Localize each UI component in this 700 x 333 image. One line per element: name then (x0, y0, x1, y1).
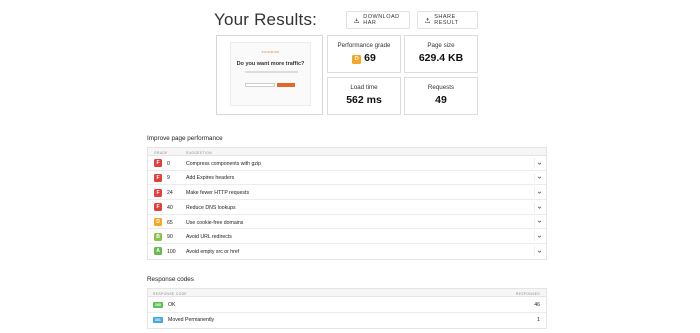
page-size-label: Page size (427, 42, 455, 49)
page-size-value: 629.4 KB (418, 52, 464, 64)
performance-grade-card: Performance grade D 69 (327, 35, 401, 73)
load-time-label: Load time (350, 84, 378, 91)
screenshot-input (245, 83, 275, 87)
share-icon (425, 17, 430, 23)
response-table-header: RESPONSE CODE RESPONSES (148, 289, 546, 297)
performance-grade-value: 69 (364, 52, 376, 64)
expand-row-button[interactable] (534, 246, 544, 257)
suggestion-score: 65 (167, 219, 173, 226)
suggestion-score: 40 (167, 204, 173, 211)
share-result-label: SHARE RESULT (434, 14, 459, 26)
expand-row-button[interactable] (534, 187, 544, 198)
improve-table: GRADE SUGGESTION F 0 Compress components w… (147, 147, 547, 260)
suggestion-score: 100 (167, 248, 176, 255)
chevron-down-icon (537, 206, 542, 209)
suggestion-text: Avoid URL redirects (186, 234, 232, 241)
page-title: Your Results: (214, 10, 318, 29)
status-code-badge: 200 (153, 301, 163, 308)
suggestion-row[interactable]: F 9 Add Expires headers (148, 171, 546, 186)
expand-row-button[interactable] (534, 172, 544, 183)
expand-row-button[interactable] (534, 216, 544, 227)
screenshot-subtext (245, 71, 298, 73)
download-har-button[interactable]: DOWNLOAD HAR (346, 11, 410, 29)
requests-label: Requests (427, 84, 455, 91)
suggestion-row[interactable]: F 40 Reduce DNS lookups (148, 200, 546, 215)
performance-grade-label: Performance grade (337, 42, 391, 49)
status-code-label: OK (168, 301, 176, 308)
load-time-value: 562 ms (346, 94, 382, 106)
grade-badge: F (154, 203, 162, 212)
screenshot-headline: Do you want more traffic? (236, 61, 305, 67)
grade-badge: D (154, 218, 162, 227)
suggestion-text: Use cookie-free domains (186, 219, 244, 226)
grade-badge: F (154, 173, 162, 182)
suggestion-row[interactable]: F 0 Compress components with gzip (148, 156, 546, 171)
response-code-row: 301 Moved Permanently 1 (148, 313, 546, 329)
load-time-card: Load time 562 ms (327, 77, 401, 115)
suggestion-column-header: SUGGESTION (186, 150, 212, 155)
suggestion-text: Avoid empty src or href (186, 248, 240, 255)
download-icon (354, 17, 360, 23)
chevron-down-icon (537, 191, 542, 194)
grade-badge: D (352, 55, 362, 64)
chevron-down-icon (537, 176, 542, 179)
expand-row-button[interactable] (534, 231, 544, 242)
download-har-label: DOWNLOAD HAR (363, 14, 400, 26)
expand-row-button[interactable] (534, 202, 544, 213)
grade-badge: F (154, 188, 162, 197)
suggestion-row[interactable]: D 65 Use cookie-free domains (148, 215, 546, 230)
screenshot-preview: PINGDOM Do you want more traffic? (230, 42, 311, 106)
screenshot-brand: PINGDOM (261, 50, 280, 54)
responses-column-header: RESPONSES (515, 291, 540, 296)
chevron-down-icon (537, 162, 542, 165)
chevron-down-icon (537, 220, 542, 223)
suggestion-row[interactable]: A 100 Avoid empty src or href (148, 244, 546, 259)
grade-badge: F (154, 159, 162, 168)
requests-value: 49 (435, 94, 447, 106)
screenshot-cta (277, 83, 295, 87)
suggestion-text: Make fewer HTTP requests (186, 190, 250, 197)
response-count: 1 (537, 317, 540, 324)
response-codes-table: RESPONSE CODE RESPONSES 200 OK 46 301 Moved … (147, 288, 547, 329)
chevron-down-icon (537, 235, 542, 238)
share-result-button[interactable]: SHARE RESULT (417, 11, 478, 29)
suggestion-row[interactable]: B 90 Avoid URL redirects (148, 229, 546, 245)
status-code-label: Moved Permanently (168, 317, 215, 324)
grade-column-header: GRADE (154, 150, 168, 155)
response-code-column-header: RESPONSE CODE (153, 291, 187, 296)
response-count: 46 (534, 301, 540, 308)
suggestion-score: 24 (167, 190, 173, 197)
chevron-down-icon (537, 250, 542, 253)
suggestion-score: 9 (167, 175, 170, 182)
status-code-badge: 301 (153, 317, 163, 324)
response-code-row: 200 OK 46 (148, 297, 546, 313)
suggestion-text: Add Expires headers (186, 175, 235, 182)
grade-badge: A (154, 247, 162, 256)
improve-performance-heading: Improve page performance (147, 135, 223, 142)
page-screenshot: PINGDOM Do you want more traffic? (216, 35, 323, 115)
page-size-card: Page size 629.4 KB (404, 35, 478, 73)
suggestion-score: 90 (167, 234, 173, 241)
suggestion-text: Reduce DNS lookups (186, 204, 236, 211)
grade-badge: B (154, 232, 162, 241)
requests-card: Requests 49 (404, 77, 478, 115)
improve-table-header: GRADE SUGGESTION (148, 148, 546, 156)
suggestion-text: Compress components with gzip (186, 160, 261, 167)
suggestion-row[interactable]: F 24 Make fewer HTTP requests (148, 185, 546, 201)
suggestion-score: 0 (167, 160, 170, 167)
expand-row-button[interactable] (534, 158, 544, 168)
response-codes-heading: Response codes (147, 276, 194, 283)
